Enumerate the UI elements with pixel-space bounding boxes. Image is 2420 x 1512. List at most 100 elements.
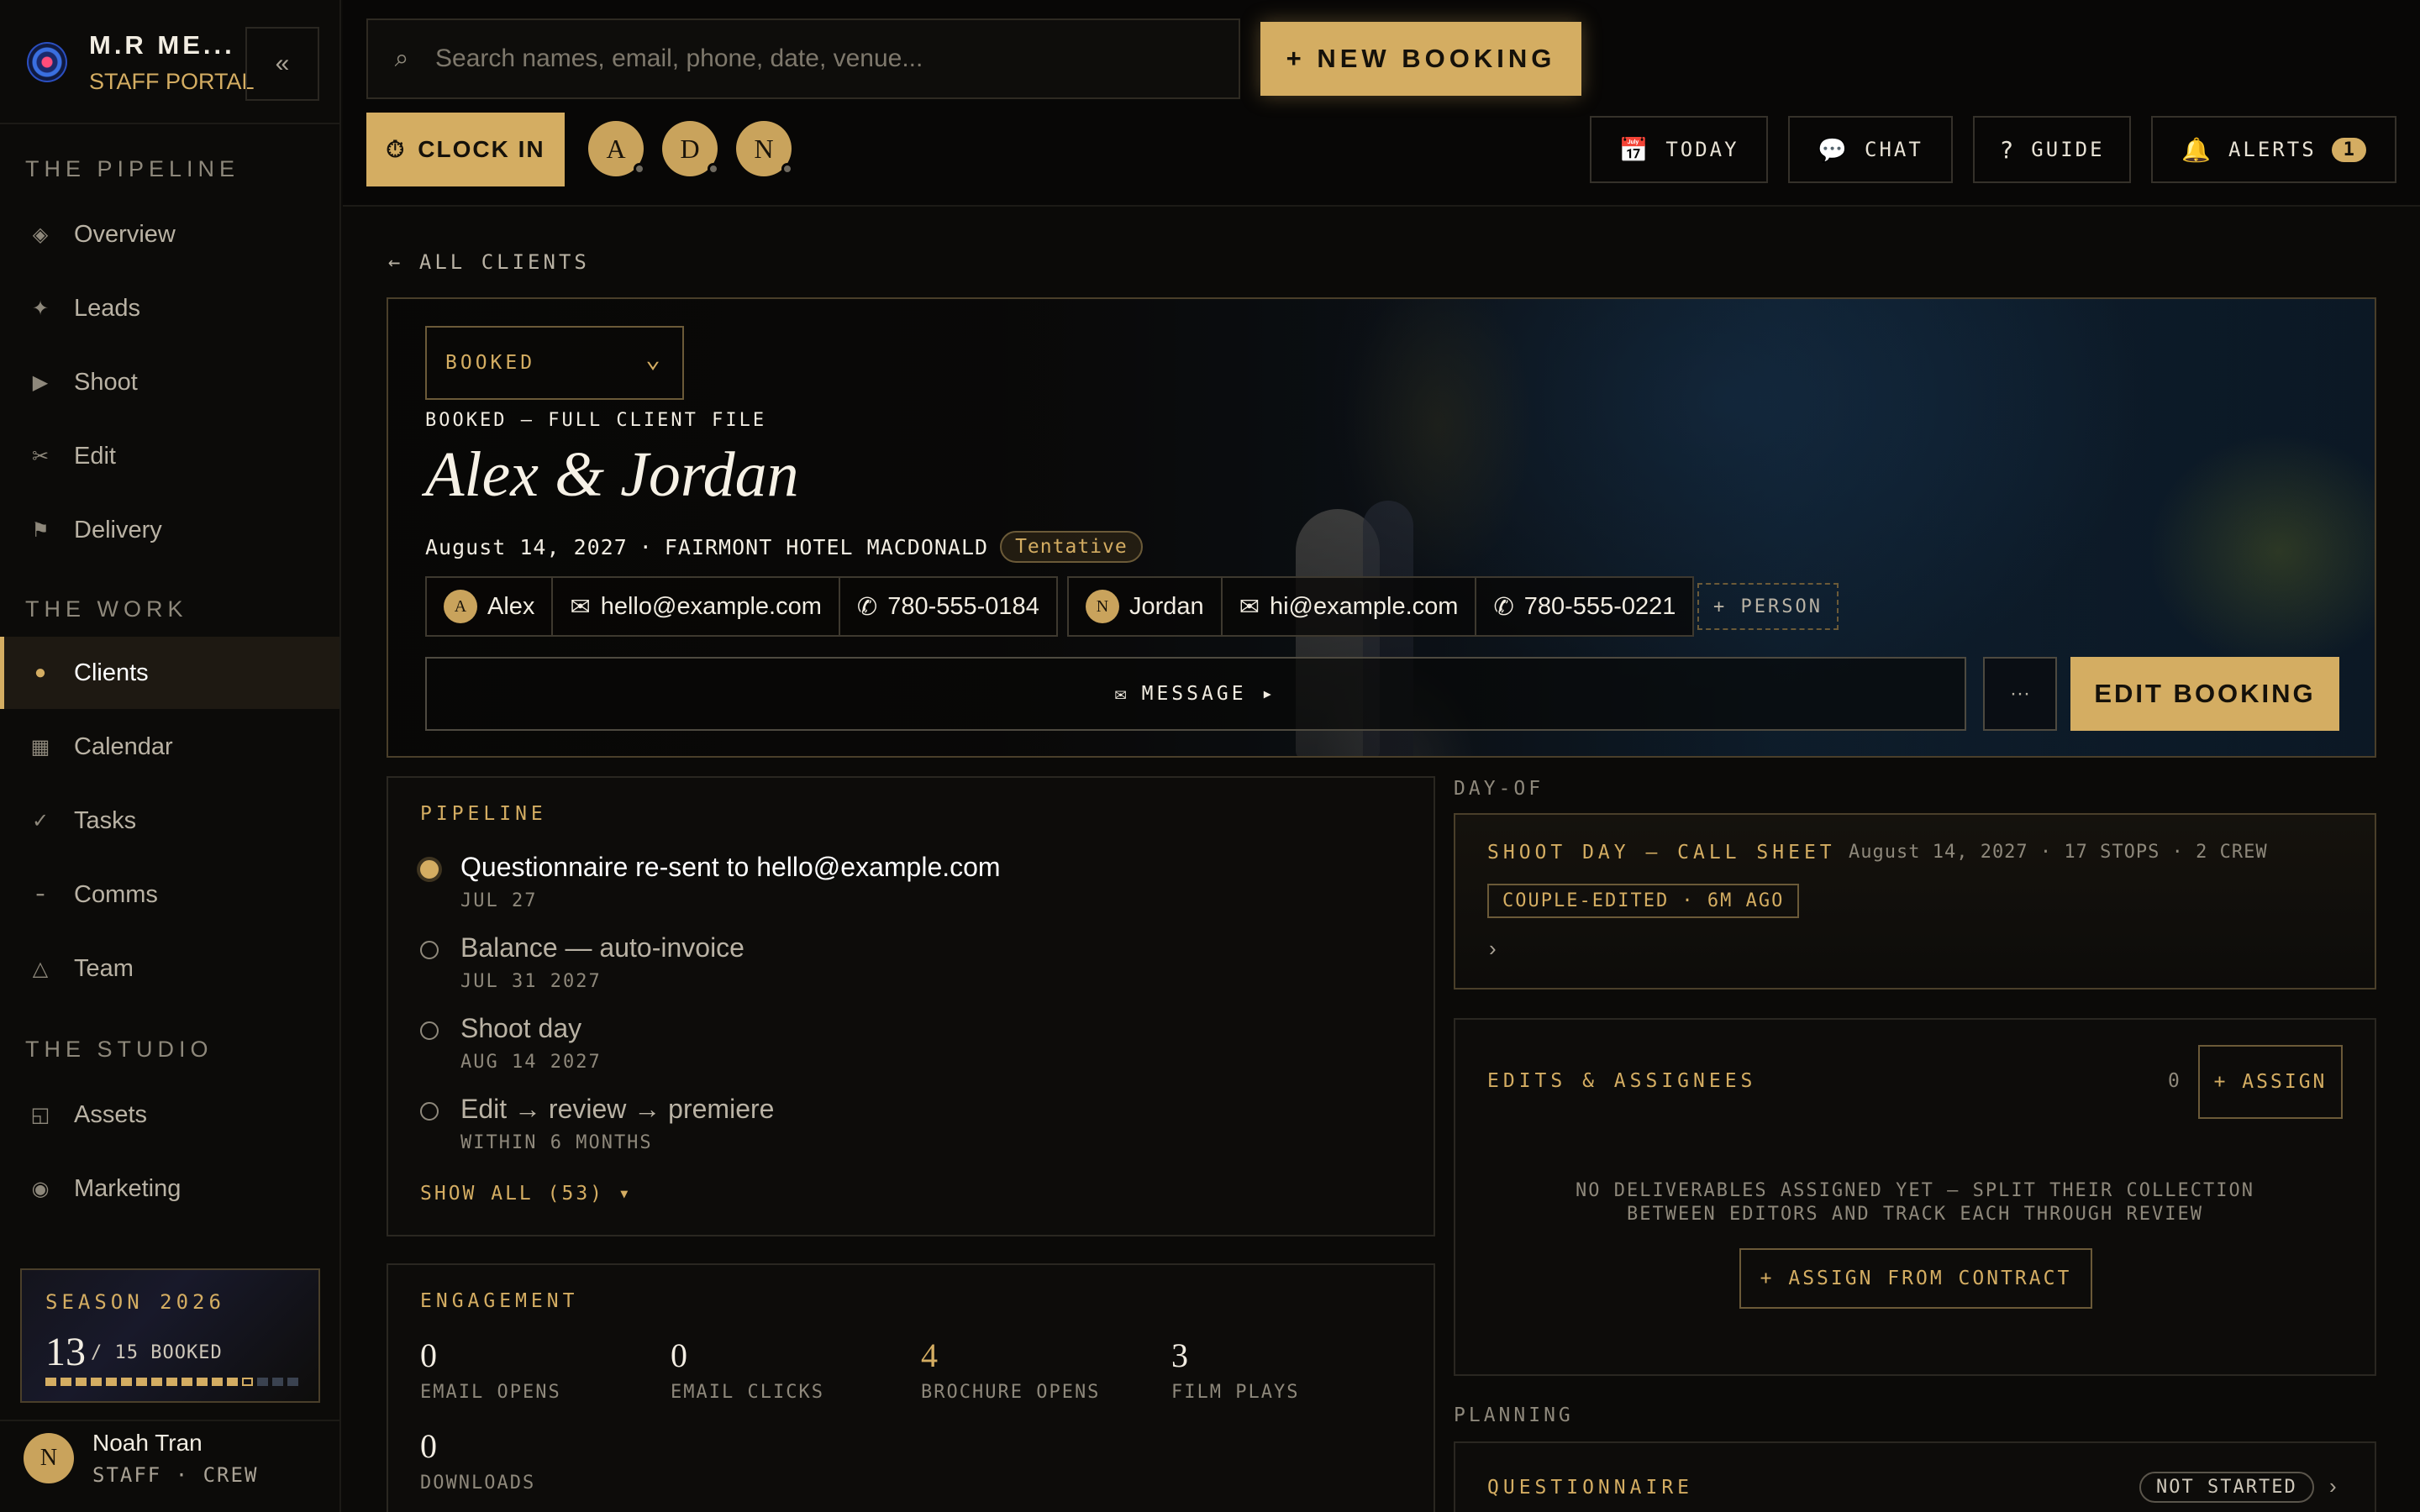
contact-person[interactable]: N Jordan — [1069, 578, 1223, 635]
flag-icon: ⚑ — [31, 518, 50, 542]
season-progress-segment — [91, 1378, 102, 1386]
day-of-label: DAY-OF — [1454, 778, 1544, 800]
contact-person[interactable]: A Alex — [427, 578, 554, 635]
sidebar-item-comms[interactable]: ━ Comms — [0, 858, 339, 931]
sidebar-item-calendar[interactable]: ▦ Calendar — [0, 711, 339, 783]
chevron-right-icon[interactable]: › — [1489, 936, 1497, 962]
search-input[interactable] — [435, 45, 1239, 73]
engagement-panel: ENGAGEMENT 0 EMAIL OPENS 0 EMAIL CLICKS 4 B… — [387, 1263, 1435, 1512]
stat-value: 0 — [420, 1427, 437, 1465]
sidebar-item-label: Team — [74, 954, 134, 982]
season-progress-segment — [76, 1378, 87, 1386]
mail-icon: ✉ — [1239, 593, 1260, 621]
status-value: BOOKED — [445, 352, 536, 374]
status-badge: NOT STARTED — [2139, 1472, 2314, 1503]
sidebar-item-delivery[interactable]: ⚑ Delivery — [0, 494, 339, 566]
client-name: Alex & Jordan — [425, 439, 799, 510]
target-icon: ◉ — [31, 1177, 50, 1200]
season-progress-bar — [45, 1378, 298, 1386]
tentative-badge[interactable]: Tentative — [1000, 531, 1143, 563]
chevron-right-icon: › — [2329, 1473, 2337, 1499]
sidebar-item-edit[interactable]: ✂ Edit — [0, 420, 339, 492]
season-progress-card[interactable]: SEASON 2026 13 / 15 BOOKED — [20, 1268, 320, 1403]
season-progress-segment — [121, 1378, 132, 1386]
email-value: hi@example.com — [1269, 592, 1459, 620]
contact-email[interactable]: ✉ hi@example.com — [1223, 578, 1477, 635]
chat-button[interactable]: 💬 CHAT — [1788, 116, 1953, 183]
contact-phone[interactable]: ✆ 780-555-0184 — [840, 578, 1056, 635]
sidebar-item-assets[interactable]: ◱ Assets — [0, 1079, 339, 1151]
sidebar-item-marketing[interactable]: ◉ Marketing — [0, 1152, 339, 1225]
step-text: Edit → review → premiere — [460, 1094, 775, 1124]
brand-name: M.R ME... — [89, 30, 235, 60]
sidebar-item-label: Assets — [74, 1100, 148, 1128]
message-button[interactable]: ✉ MESSAGE ▸ — [425, 657, 1966, 731]
crew-avatar-n[interactable]: N — [736, 121, 793, 176]
stat-label: FILM PLAYS — [1171, 1382, 1300, 1403]
contact-card-jordan: N Jordan ✉ hi@example.com ✆ 780-555-0221 — [1067, 576, 1695, 637]
step-date: WITHIN 6 MONTHS — [460, 1132, 653, 1153]
search-bar[interactable]: ⌕ — [366, 18, 1240, 99]
avatar: N — [1086, 590, 1119, 623]
guide-button[interactable]: ? GUIDE — [1973, 116, 2131, 183]
email-value: hello@example.com — [600, 592, 822, 620]
clock-in-button[interactable]: ⏱ CLOCK IN — [366, 113, 565, 186]
message-label: MESSAGE ▸ — [1141, 683, 1277, 705]
assign-from-contract-button[interactable]: + ASSIGN FROM CONTRACT — [1739, 1248, 2092, 1309]
clock-in-label: CLOCK IN — [418, 136, 545, 162]
double-chevron-left-icon: « — [275, 50, 290, 77]
assign-button[interactable]: + ASSIGN — [2198, 1045, 2343, 1119]
step-date: JUL 31 2027 — [460, 971, 602, 992]
crew-avatar-a[interactable]: A — [588, 121, 645, 176]
sidebar-item-leads[interactable]: ✦ Leads — [0, 272, 339, 344]
presence-dot — [634, 163, 645, 175]
sidebar-item-team[interactable]: △ Team — [0, 932, 339, 1005]
call-sheet-card[interactable]: SHOOT DAY — CALL SHEET August 14, 2027 ·… — [1454, 813, 2376, 990]
season-progress-segment — [106, 1378, 117, 1386]
step-text: Shoot day — [460, 1013, 582, 1043]
chevron-down-icon: ⌄ — [644, 344, 664, 374]
section-label-work: THE WORK — [25, 596, 188, 622]
alerts-button[interactable]: 🔔 ALERTS 1 — [2151, 116, 2396, 183]
season-progress-segment — [136, 1378, 147, 1386]
show-all-steps-button[interactable]: SHOW ALL (53) ▾ — [420, 1183, 633, 1205]
call-sheet-title: SHOOT DAY — CALL SHEET — [1487, 842, 1836, 864]
edit-booking-button[interactable]: EDIT BOOKING — [2070, 657, 2339, 731]
back-to-clients-link[interactable]: ← ALL CLIENTS — [388, 250, 590, 274]
collapse-sidebar-button[interactable]: « — [245, 27, 319, 101]
sidebar-item-clients[interactable]: ● Clients — [0, 637, 339, 709]
add-person-button[interactable]: + PERSON — [1697, 583, 1839, 630]
edits-count: 0 — [2168, 1070, 2180, 1092]
today-button[interactable]: 📅 TODAY — [1590, 116, 1768, 183]
season-title: SEASON 2026 — [45, 1290, 225, 1314]
step-pending-dot — [420, 1102, 439, 1121]
event-date: August 14, 2027 — [425, 534, 628, 559]
today-label: TODAY — [1665, 138, 1739, 161]
calendar-icon: 📅 — [1618, 135, 1651, 164]
new-booking-button[interactable]: + NEW BOOKING — [1260, 22, 1581, 96]
stat-downloads: 0 DOWNLOADS — [420, 1426, 535, 1494]
sidebar-item-shoot[interactable]: ▶ Shoot — [0, 346, 339, 418]
stat-value: 4 — [921, 1336, 938, 1374]
bell-icon: 🔔 — [2181, 135, 2213, 164]
contact-phone[interactable]: ✆ 780-555-0221 — [1476, 578, 1692, 635]
contact-email[interactable]: ✉ hello@example.com — [553, 578, 840, 635]
sidebar-item-overview[interactable]: ◈ Overview — [0, 198, 339, 270]
play-icon: ▶ — [32, 370, 49, 394]
brand-subtitle: STAFF PORTAL — [89, 69, 255, 94]
sidebar-item-tasks[interactable]: ✓ Tasks — [0, 785, 339, 857]
crew-initial: N — [754, 133, 774, 164]
questionnaire-card[interactable]: QUESTIONNAIRE NOT STARTED › — [1454, 1441, 2376, 1512]
phone-icon: ✆ — [1493, 593, 1514, 621]
grid-icon: ▦ — [30, 735, 50, 759]
call-sheet-meta: August 14, 2027 · 17 STOPS · 2 CREW — [1849, 842, 2268, 863]
stat-label: EMAIL OPENS — [420, 1382, 561, 1403]
scissors-icon: ✂ — [31, 444, 50, 468]
section-label-studio: THE STUDIO — [25, 1037, 213, 1062]
status-dropdown[interactable]: BOOKED ⌄ — [425, 326, 684, 400]
dash-icon: ━ — [36, 887, 45, 901]
crew-avatar-d[interactable]: D — [662, 121, 719, 176]
avatar: A — [444, 590, 477, 623]
more-options-button[interactable]: ··· — [1983, 657, 2057, 731]
avatar[interactable]: N — [24, 1433, 74, 1483]
